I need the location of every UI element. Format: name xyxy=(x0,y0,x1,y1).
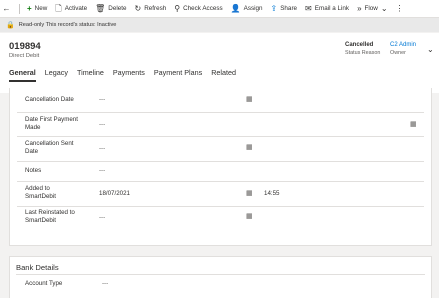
date-input[interactable]: 18/07/2021 xyxy=(99,190,130,197)
field-label: Cancellation Date xyxy=(25,96,74,103)
field-input[interactable]: --- xyxy=(99,121,105,128)
activate-label: Activate xyxy=(64,5,88,12)
command-bar: ← + New 🗋 Activate 🗑 Delete ↻ Refresh ⚲ … xyxy=(0,0,439,18)
header-owner-field: C2 Admin Owner xyxy=(390,42,416,56)
tab-payment-plans[interactable]: Payment Plans xyxy=(154,68,202,82)
divider xyxy=(17,181,424,182)
check-access-label: Check Access xyxy=(183,5,223,12)
divider xyxy=(17,161,424,162)
search-person-icon: ⚲ xyxy=(174,3,181,13)
field-label: Notes xyxy=(25,167,42,174)
back-button[interactable]: ← xyxy=(0,0,16,17)
flow-label: Flow xyxy=(364,5,378,12)
back-arrow-icon: ← xyxy=(2,3,11,13)
email-link-button[interactable]: ✉ Email a Link xyxy=(301,0,353,17)
field-label: Last Reinstated to SmartDebit xyxy=(25,209,75,224)
field-input[interactable]: --- xyxy=(99,167,105,174)
share-label: Share xyxy=(280,5,298,12)
record-title: 019894 xyxy=(9,41,41,52)
divider xyxy=(17,206,424,207)
flow-icon: » xyxy=(357,3,362,13)
record-header: 019894 Direct Debit Cancelled Status Rea… xyxy=(0,33,439,93)
field-label: Date First Payment Made xyxy=(25,116,78,131)
field-input[interactable]: --- xyxy=(99,214,105,221)
banner-text: Read-only This record's status: Inactive xyxy=(18,22,117,28)
account-type-input[interactable]: --- xyxy=(102,280,108,287)
mail-icon: ✉ xyxy=(305,3,312,13)
field-input[interactable]: --- xyxy=(99,145,105,152)
status-value: Cancelled xyxy=(345,42,374,48)
account-type-label: Account Type xyxy=(25,280,63,287)
tab-list: General Legacy Timeline Payments Payment… xyxy=(9,68,245,82)
document-icon: 🗋 xyxy=(55,3,62,13)
more-icon: ⋮ xyxy=(395,3,404,13)
tab-general[interactable]: General xyxy=(9,68,36,82)
new-label: New xyxy=(34,5,48,12)
time-input[interactable]: 14:55 xyxy=(264,190,279,197)
refresh-label: Refresh xyxy=(144,5,167,12)
field-input[interactable]: --- xyxy=(99,96,105,103)
divider xyxy=(17,112,424,113)
tab-payments[interactable]: Payments xyxy=(113,68,145,82)
flow-button[interactable]: » Flow ⌄ xyxy=(353,0,391,17)
record-entity: Direct Debit xyxy=(9,53,40,59)
tab-timeline[interactable]: Timeline xyxy=(77,68,104,82)
calendar-icon[interactable]: ▦ xyxy=(246,143,253,151)
trash-icon: 🗑 xyxy=(95,3,106,13)
refresh-icon: ↻ xyxy=(134,3,142,13)
field-label: Added to SmartDebit xyxy=(25,185,56,200)
divider xyxy=(16,274,425,275)
header-status-field: Cancelled Status Reason xyxy=(345,42,380,56)
new-button[interactable]: + New xyxy=(23,0,51,17)
calendar-icon[interactable]: ▦ xyxy=(246,189,253,197)
plus-icon: + xyxy=(27,3,32,13)
tab-legacy[interactable]: Legacy xyxy=(45,68,68,82)
delete-label: Delete xyxy=(108,5,127,12)
readonly-banner: 🔒 Read-only This record's status: Inacti… xyxy=(0,18,439,32)
owner-label: Owner xyxy=(390,50,406,56)
chevron-down-icon: ⌄ xyxy=(380,3,388,13)
lock-icon: 🔒 xyxy=(6,22,15,29)
bank-details-section: Bank Details Account Type --- xyxy=(9,256,432,298)
check-access-button[interactable]: ⚲ Check Access xyxy=(170,0,226,17)
delete-button[interactable]: 🗑 Delete xyxy=(91,0,130,17)
tab-related[interactable]: Related xyxy=(211,68,236,82)
section-title: Bank Details xyxy=(16,263,59,272)
share-button[interactable]: ⇪ Share xyxy=(267,0,302,17)
field-label: Cancellation Sent Date xyxy=(25,140,74,155)
assign-label: Assign xyxy=(243,5,263,12)
refresh-button[interactable]: ↻ Refresh xyxy=(130,0,170,17)
divider xyxy=(17,136,424,137)
person-icon: 👤 xyxy=(230,3,241,13)
activate-button[interactable]: 🗋 Activate xyxy=(51,0,91,17)
assign-button[interactable]: 👤 Assign xyxy=(227,0,267,17)
owner-link[interactable]: C2 Admin xyxy=(390,42,416,48)
calendar-icon[interactable]: ▦ xyxy=(246,212,253,220)
calendar-icon[interactable]: ▦ xyxy=(246,95,253,103)
status-label: Status Reason xyxy=(345,50,381,56)
calendar-icon[interactable]: ▦ xyxy=(410,120,417,128)
share-icon: ⇪ xyxy=(270,3,278,13)
general-section: Cancellation Date --- ▦ Date First Payme… xyxy=(9,88,432,246)
more-commands-button[interactable]: ⋮ xyxy=(392,0,408,17)
header-expand-chevron-icon[interactable]: ⌄ xyxy=(427,45,434,54)
email-link-label: Email a Link xyxy=(314,5,350,12)
divider xyxy=(19,3,20,14)
